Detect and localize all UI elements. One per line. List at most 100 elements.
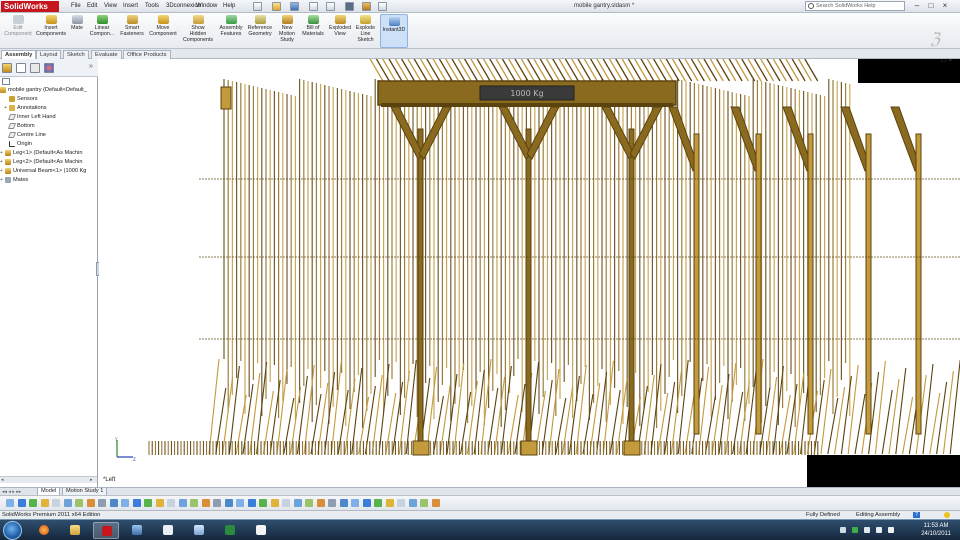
view-tool-icon[interactable] [98,499,106,507]
minimize-button[interactable]: – [912,1,922,11]
save-icon[interactable] [290,2,299,11]
maximize-button[interactable]: □ [926,1,936,11]
view-tool-icon[interactable] [247,499,256,507]
insert-components-button[interactable]: Insert Components [35,15,67,37]
view-tool-icon[interactable] [190,499,198,507]
view-tool-icon[interactable] [63,499,72,507]
viewport-close-icon[interactable]: □ × [941,59,953,64]
taskbar-firefox[interactable] [31,522,57,539]
menu-window[interactable]: Window [196,3,217,9]
view-tool-icon[interactable] [109,499,118,507]
exploded-view-button[interactable]: Exploded View [328,15,352,37]
feature-tree-scrollbar[interactable]: ◂ ▸ [0,476,97,483]
reference-geometry-button[interactable]: Reference Geometry [246,15,274,37]
menu-edit[interactable]: Edit [87,3,97,9]
tree-item-universal-beam[interactable]: + Universal Beam<1> (1000 Kg [0,167,97,176]
view-tool-icon[interactable] [29,499,37,507]
tree-item-leg-2[interactable]: + Leg<2> (Default<As Machin [0,158,97,167]
tree-item-mates[interactable]: + Mates [0,176,97,185]
display-manager-tab-icon[interactable] [44,63,54,73]
tree-item-inner-left-hand[interactable]: Inner Left Hand [0,113,97,122]
view-tool-icon[interactable] [75,499,83,507]
menu-file[interactable]: File [71,3,81,9]
view-tool-icon[interactable] [270,499,279,507]
filter-icon[interactable] [2,78,10,85]
taskbar-document[interactable] [155,522,181,539]
open-folder-icon[interactable] [272,2,281,11]
undo-icon[interactable] [326,2,335,11]
menu-view[interactable]: View [104,3,117,9]
configuration-manager-tab-icon[interactable] [30,63,40,73]
view-tool-icon[interactable] [132,499,141,507]
view-tool-icon[interactable] [397,499,405,507]
start-button[interactable] [3,521,22,540]
taskbar-explorer[interactable] [62,522,88,539]
feature-tree-tab-icon[interactable] [2,63,12,73]
flag-icon[interactable] [876,527,882,533]
view-tool-icon[interactable] [305,499,313,507]
view-tool-icon[interactable] [144,499,152,507]
view-tool-icon[interactable] [374,499,382,507]
scroll-right-icon[interactable]: ▸ [90,477,93,483]
rebuild-icon[interactable] [362,2,371,11]
move-component-button[interactable]: Move Component [147,15,179,37]
expand-panel-icon[interactable]: » [89,63,93,70]
tree-item-centre-line[interactable]: Centre Line [0,131,97,140]
show-hidden-components-button[interactable]: Show Hidden Components [181,15,215,43]
view-tool-icon[interactable] [213,499,221,507]
view-tool-icon[interactable] [6,499,14,507]
property-manager-tab-icon[interactable] [16,63,26,73]
taskbar-solidworks[interactable] [93,522,119,539]
new-motion-study-button[interactable]: New Motion Study [276,15,298,43]
clock[interactable]: 11:53 AM 24/10/2011 [918,523,954,538]
print-icon[interactable] [309,2,318,11]
view-tool-icon[interactable] [121,499,129,507]
menu-insert[interactable]: Insert [123,3,138,9]
view-tool-icon[interactable] [259,499,267,507]
view-tool-icon[interactable] [316,499,325,507]
tree-item-bottom[interactable]: Bottom [0,122,97,131]
view-tool-icon[interactable] [362,499,371,507]
tree-item-leg-1[interactable]: + Leg<1> (Default<As Machin [0,149,97,158]
view-tool-icon[interactable] [40,499,49,507]
tree-item-origin[interactable]: Origin [0,140,97,149]
tree-item-annotations[interactable]: + Annotations [0,104,97,113]
taskbar-excel[interactable] [217,522,243,539]
view-tool-icon[interactable] [339,499,348,507]
view-tool-icon[interactable] [178,499,187,507]
tab-assembly[interactable]: Assembly [1,50,37,59]
tray-arrow-icon[interactable] [840,527,846,533]
select-arrow-icon[interactable] [345,2,354,11]
view-tool-icon[interactable] [431,499,440,507]
menu-help[interactable]: Help [223,3,235,9]
view-tool-icon[interactable] [420,499,428,507]
search-input[interactable]: Search SolidWorks Help [805,1,905,11]
linear-component-pattern-button[interactable]: Linear Compon... [87,15,117,37]
new-document-icon[interactable] [253,2,262,11]
mate-button[interactable]: Mate [68,15,86,31]
scroll-left-icon[interactable]: ◂ [1,477,4,483]
options-icon[interactable] [378,2,387,11]
taskbar-media[interactable] [124,522,150,539]
view-tool-icon[interactable] [236,499,244,507]
taskbar-notepad[interactable] [248,522,274,539]
volume-icon[interactable] [888,527,894,533]
bill-of-materials-button[interactable]: Bill of Materials [300,15,326,37]
assembly-features-button[interactable]: Assembly Features [217,15,245,37]
view-tool-icon[interactable] [351,499,359,507]
view-tool-icon[interactable] [224,499,233,507]
tab-sketch[interactable]: Sketch [63,50,89,59]
solidworks-logo[interactable]: SolidWorks [1,1,59,12]
smart-fasteners-button[interactable]: Smart Fasteners [118,15,146,37]
view-tool-icon[interactable] [408,499,417,507]
notification-icon[interactable] [944,512,950,518]
close-button[interactable]: × [940,1,950,11]
view-tool-icon[interactable] [86,499,95,507]
view-tool-icon[interactable] [52,499,60,507]
view-tool-icon[interactable] [201,499,210,507]
tab-evaluate[interactable]: Evaluate [91,50,122,59]
tab-office-products[interactable]: Office Products [123,50,171,59]
instant3d-button[interactable]: Instant3D [380,14,408,48]
edit-component-button[interactable]: Edit Component [2,15,34,37]
view-tool-icon[interactable] [167,499,175,507]
